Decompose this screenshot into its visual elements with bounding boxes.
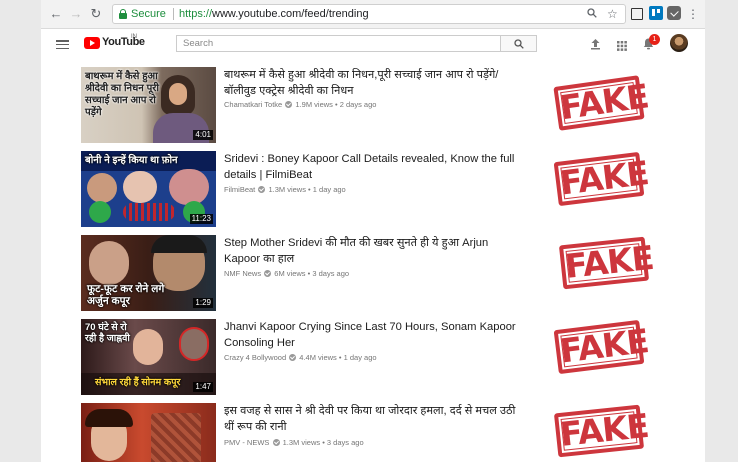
region-code: IN xyxy=(131,34,137,40)
search-placeholder: Search xyxy=(183,38,214,49)
trello-extension-icon[interactable] xyxy=(649,6,663,20)
browser-toolbar: ← → ↻ Secure https://www.youtube.com/fee… xyxy=(41,0,705,29)
view-count: 4.4M views xyxy=(299,353,337,362)
fake-stamp: FAKE xyxy=(553,404,650,458)
list-item[interactable]: इस वजह से सास ने श्री देवी पर किया था जो… xyxy=(41,395,705,462)
verified-check-icon xyxy=(264,270,272,277)
video-thumbnail[interactable]: 70 घंटे से रो रही है जाह्नवी संभाल रही ह… xyxy=(81,319,216,395)
zoom-search-icon[interactable] xyxy=(587,8,597,21)
search-input[interactable]: Search xyxy=(176,35,501,52)
video-meta: NMF News 6M views • 3 days ago xyxy=(224,269,350,278)
fake-stamp: FAKE xyxy=(558,236,655,290)
upload-age: 1 day ago xyxy=(312,185,346,194)
fake-stamp: FAKE xyxy=(553,319,650,375)
channel-name[interactable]: NMF News xyxy=(224,269,261,278)
fake-stamp: FAKE xyxy=(553,75,651,131)
youtube-masthead: YouTube IN Search 1 xyxy=(41,29,705,59)
url-text[interactable]: https://www.youtube.com/feed/trending xyxy=(179,8,369,20)
video-title[interactable]: Step Mother Sridevi की मौत की खबर सुनते … xyxy=(224,235,524,267)
upload-age: 3 days ago xyxy=(312,269,350,278)
apps-grid-icon[interactable] xyxy=(617,38,627,56)
video-thumbnail[interactable] xyxy=(81,403,216,462)
upload-age: 2 days ago xyxy=(339,100,377,109)
video-meta: PMV - NEWS 1.3M views • 3 days ago xyxy=(224,438,364,447)
fake-stamp: FAKE xyxy=(553,151,650,207)
video-duration: 4:01 xyxy=(193,130,213,140)
pocket-extension-icon[interactable] xyxy=(667,6,681,20)
upload-age: 1 day ago xyxy=(343,353,377,362)
search-button[interactable] xyxy=(501,35,537,52)
thumbnail-caption: 70 घंटे से रो रही है जाह्नवी xyxy=(85,322,130,344)
bookmark-star-icon[interactable]: ☆ xyxy=(607,7,618,21)
youtube-logo-icon[interactable] xyxy=(84,37,100,49)
omnibox-divider xyxy=(173,8,174,20)
video-duration: 1:29 xyxy=(193,298,213,308)
address-bar[interactable]: Secure https://www.youtube.com/feed/tren… xyxy=(112,4,626,24)
view-count: 6M views xyxy=(274,269,306,278)
upload-icon[interactable] xyxy=(590,37,601,55)
video-thumbnail[interactable]: बाथरूम में कैसे हुआ श्रीदेवी का निधन पूर… xyxy=(81,67,216,143)
reload-icon[interactable]: ↻ xyxy=(89,7,103,21)
list-item[interactable]: 70 घंटे से रो रही है जाह्नवी संभाल रही ह… xyxy=(41,311,705,395)
video-duration: 1:47 xyxy=(193,382,213,392)
video-title[interactable]: इस वजह से सास ने श्री देवी पर किया था जो… xyxy=(224,403,524,435)
avatar[interactable] xyxy=(670,34,688,52)
thumbnail-caption: बाथरूम में कैसे हुआ श्रीदेवी का निधन पूर… xyxy=(85,71,159,118)
hamburger-menu-icon[interactable] xyxy=(56,40,69,50)
search-icon xyxy=(514,39,524,49)
browser-window: ← → ↻ Secure https://www.youtube.com/fee… xyxy=(41,0,705,462)
notification-badge: 1 xyxy=(649,34,660,45)
video-title[interactable]: Sridevi : Boney Kapoor Call Details reve… xyxy=(224,151,524,183)
channel-name[interactable]: PMV - NEWS xyxy=(224,438,269,447)
forward-arrow-icon[interactable]: → xyxy=(69,7,83,21)
thumbnail-caption: फूट-फूट कर रोने लगे अर्जुन कपूर xyxy=(87,283,165,307)
list-item[interactable]: बोनी ने इन्हें किया था फ़ोन 11:23 Sridev… xyxy=(41,143,705,227)
secure-label: Secure xyxy=(131,8,166,20)
video-duration: 11:23 xyxy=(189,214,213,224)
video-meta: Chamatkari Totke 1.9M views • 2 days ago xyxy=(224,100,377,109)
list-item[interactable]: बाथरूम में कैसे हुआ श्रीदेवी का निधन पूर… xyxy=(41,59,705,143)
upload-age: 3 days ago xyxy=(326,438,364,447)
view-count: 1.9M views xyxy=(295,100,333,109)
verified-check-icon xyxy=(272,439,280,446)
video-meta: Crazy 4 Bollywood 4.4M views • 1 day ago xyxy=(224,353,377,362)
video-thumbnail[interactable]: बोनी ने इन्हें किया था फ़ोन 11:23 xyxy=(81,151,216,227)
video-title[interactable]: बाथरूम में कैसे हुआ श्रीदेवी का निधन,पूर… xyxy=(224,67,524,99)
browser-menu-icon[interactable]: ⋮ xyxy=(686,7,700,21)
extension-lock-icon[interactable] xyxy=(631,8,643,20)
channel-name[interactable]: Chamatkari Totke xyxy=(224,100,282,109)
video-title[interactable]: Jhanvi Kapoor Crying Since Last 70 Hours… xyxy=(224,319,524,351)
lock-icon xyxy=(119,9,127,19)
verified-check-icon xyxy=(258,186,266,193)
youtube-logo-text[interactable]: YouTube xyxy=(102,36,145,48)
verified-check-icon xyxy=(289,354,297,361)
channel-name[interactable]: Crazy 4 Bollywood xyxy=(224,353,286,362)
list-item[interactable]: फूट-फूट कर रोने लगे अर्जुन कपूर 1:29 Ste… xyxy=(41,227,705,311)
verified-check-icon xyxy=(285,101,293,108)
thumbnail-caption: बोनी ने इन्हें किया था फ़ोन xyxy=(85,155,178,166)
back-arrow-icon[interactable]: ← xyxy=(49,7,63,21)
thumbnail-caption-2: संभाल रही हैं सोनम कपूर xyxy=(95,377,181,388)
video-meta: FilmiBeat 1.3M views • 1 day ago xyxy=(224,185,346,194)
channel-name[interactable]: FilmiBeat xyxy=(224,185,255,194)
video-thumbnail[interactable]: फूट-फूट कर रोने लगे अर्जुन कपूर 1:29 xyxy=(81,235,216,311)
view-count: 1.3M views xyxy=(268,185,306,194)
view-count: 1.3M views xyxy=(282,438,321,447)
